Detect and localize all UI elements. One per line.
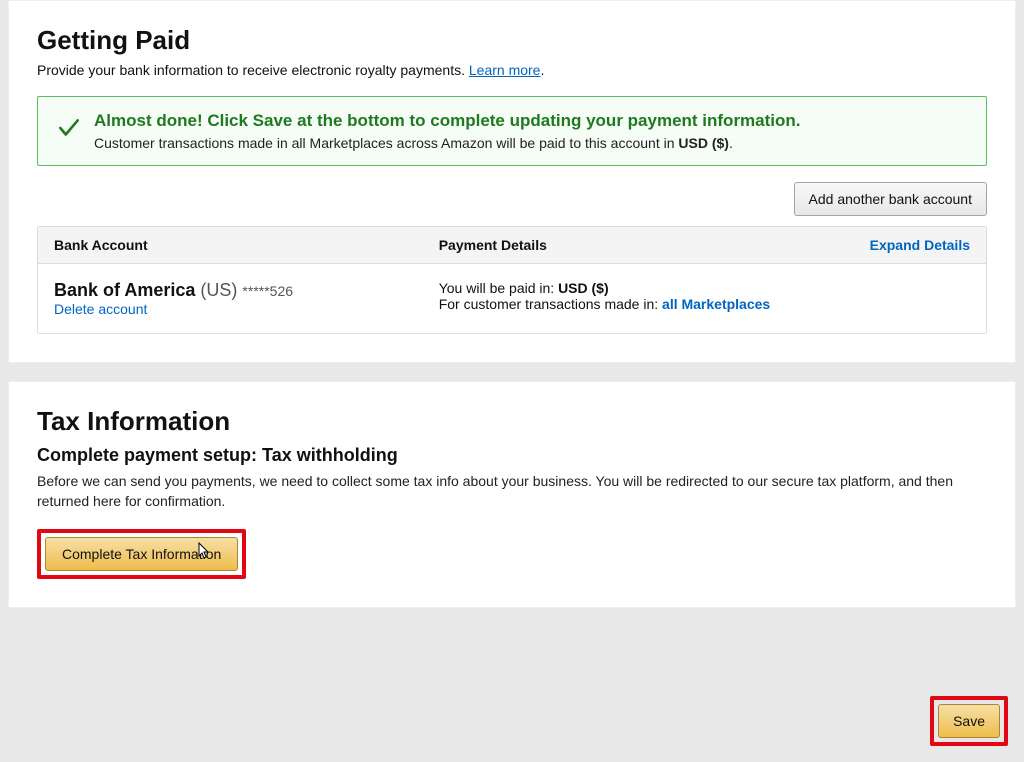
add-bank-row: Add another bank account <box>37 182 987 216</box>
bank-accounts-table: Bank Account Payment Details Expand Deta… <box>37 226 987 334</box>
paid-in-prefix: You will be paid in: <box>439 280 558 296</box>
learn-more-link[interactable]: Learn more <box>469 62 541 78</box>
paid-in-value: USD ($) <box>558 280 609 296</box>
col-header-bank: Bank Account <box>54 237 439 253</box>
tax-paragraph: Before we can send you payments, we need… <box>37 472 957 511</box>
txn-prefix: For customer transactions made in: <box>439 296 662 312</box>
expand-details-link[interactable]: Expand Details <box>870 237 970 253</box>
alert-headline: Almost done! Click Save at the bottom to… <box>94 111 970 131</box>
getting-paid-panel: Getting Paid Provide your bank informati… <box>8 0 1016 363</box>
alert-body-prefix: Customer transactions made in all Market… <box>94 135 678 151</box>
subtext-prefix: Provide your bank information to receive… <box>37 62 469 78</box>
bank-mask: *****526 <box>242 283 293 299</box>
alert-body-suffix: . <box>729 135 733 151</box>
table-row: Bank of America (US) *****526 Delete acc… <box>38 264 986 333</box>
tax-button-label: Complete Tax Information <box>62 546 221 562</box>
success-alert: Almost done! Click Save at the bottom to… <box>37 96 987 166</box>
tax-subtitle: Complete payment setup: Tax withholding <box>37 445 987 466</box>
save-button[interactable]: Save <box>938 704 1000 738</box>
getting-paid-subtext: Provide your bank information to receive… <box>37 62 987 78</box>
add-bank-account-button[interactable]: Add another bank account <box>794 182 987 216</box>
save-button-wrap: Save <box>930 696 1008 746</box>
delete-account-link[interactable]: Delete account <box>54 301 147 317</box>
tax-title: Tax Information <box>37 406 987 437</box>
tax-button-highlight: Complete Tax Information <box>37 529 246 579</box>
all-marketplaces-link[interactable]: all Marketplaces <box>662 296 770 312</box>
subtext-suffix: . <box>540 62 544 78</box>
checkmark-icon <box>56 115 82 141</box>
col-header-payment: Payment Details <box>439 237 820 253</box>
table-header: Bank Account Payment Details Expand Deta… <box>38 227 986 264</box>
alert-body-currency: USD ($) <box>678 135 729 151</box>
getting-paid-title: Getting Paid <box>37 25 987 56</box>
bank-country: (US) <box>200 280 237 300</box>
txn-row: For customer transactions made in: all M… <box>439 296 820 312</box>
tax-information-panel: Tax Information Complete payment setup: … <box>8 381 1016 608</box>
bank-name-text: Bank of America <box>54 280 195 300</box>
bank-name: Bank of America (US) *****526 <box>54 280 439 301</box>
complete-tax-information-button[interactable]: Complete Tax Information <box>45 537 238 571</box>
save-button-highlight: Save <box>930 696 1008 746</box>
alert-body: Customer transactions made in all Market… <box>94 135 970 151</box>
paid-in-row: You will be paid in: USD ($) <box>439 280 820 296</box>
